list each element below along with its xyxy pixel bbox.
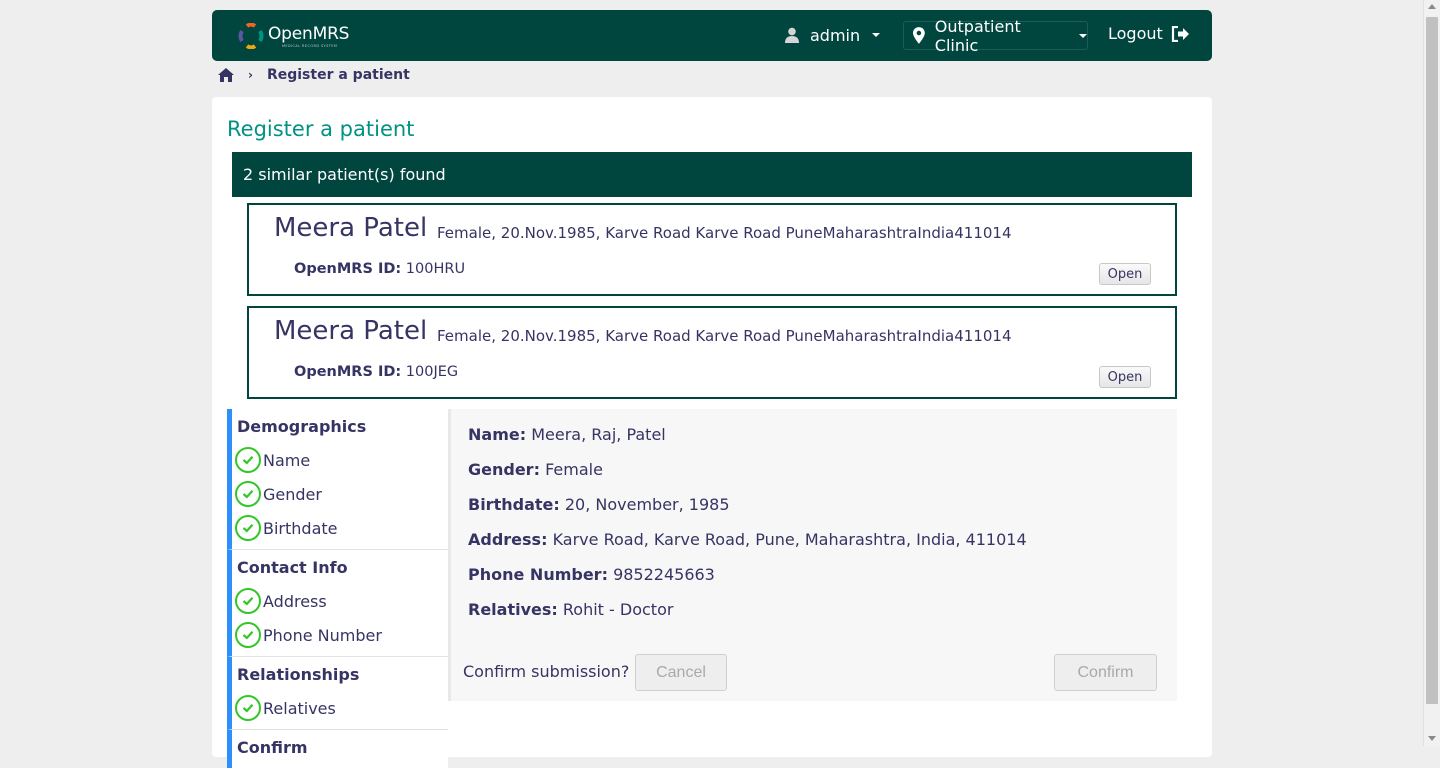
patient-id: OpenMRS ID: 100JEG [294,364,458,380]
field-value: Karve Road, Karve Road, Pune, Maharashtr… [552,530,1027,549]
chevron-right-icon: › [248,68,253,82]
nav-item-label: Gender [263,484,322,504]
nav-item-address[interactable]: Address [235,584,448,618]
confirmation-summary: Name: Meera, Raj, Patel Gender: Female B… [448,409,1177,701]
field-label: Address: [468,530,548,549]
logo-text: OpenMRS [268,24,350,44]
nav-section-contact-info: Contact Info Address Phone Number [227,550,448,657]
field-value: Meera, Raj, Patel [531,425,666,444]
registration-steps-nav: Demographics Name Gender Birthdate Conta… [227,409,448,768]
similar-patient-card: Meera Patel Female, 20.Nov.1985, Karve R… [247,306,1177,399]
scroll-down-arrow-icon[interactable] [1428,736,1436,741]
location-selector[interactable]: Outpatient Clinic [903,17,1088,55]
logout-link[interactable]: Logout [1108,24,1189,43]
nav-item-relatives[interactable]: Relatives [235,691,448,725]
chevron-down-icon [872,33,881,37]
user-name: admin [810,25,861,45]
check-circle-icon [235,515,261,541]
summary-birthdate: Birthdate: 20, November, 1985 [468,495,730,514]
field-value: Rohit - Doctor [562,600,674,619]
breadcrumb: › Register a patient [218,65,410,85]
summary-name: Name: Meera, Raj, Patel [468,425,666,444]
check-circle-icon [235,481,261,507]
chevron-down-icon [1079,33,1087,38]
field-label: Birthdate: [468,495,560,514]
main-panel: Register a patient 2 similar patient(s) … [212,97,1212,768]
patient-id: OpenMRS ID: 100HRU [294,261,465,277]
nav-section-title[interactable]: Confirm [237,736,448,760]
nav-section-title[interactable]: Demographics [237,415,448,439]
nav-item-birthdate[interactable]: Birthdate [235,511,448,545]
patient-id-label: OpenMRS ID: [294,364,402,380]
nav-item-label: Name [263,450,311,470]
sign-out-icon [1171,25,1189,42]
field-label: Phone Number: [468,565,608,584]
patient-info: Female, 20.Nov.1985, Karve Road Karve Ro… [437,327,1012,345]
check-circle-icon [235,447,261,473]
nav-section-relationships: Relationships Relatives [227,657,448,730]
summary-gender: Gender: Female [468,460,603,479]
logout-label: Logout [1108,24,1163,43]
openmrs-logo[interactable]: OpenMRS MEDICAL RECORD SYSTEM [238,22,350,50]
check-circle-icon [235,622,261,648]
page-scrollbar[interactable] [1423,0,1440,746]
check-circle-icon [235,588,261,614]
summary-relatives: Relatives: Rohit - Doctor [468,600,673,619]
patient-id-label: OpenMRS ID: [294,261,402,277]
scroll-up-arrow-icon[interactable] [1428,4,1436,9]
map-marker-icon [913,27,925,44]
nav-item-gender[interactable]: Gender [235,477,448,511]
nav-section-confirm: Confirm [227,730,448,768]
patient-name: Meera Patel [274,213,428,243]
field-value: 20, November, 1985 [564,495,730,514]
location-name: Outpatient Clinic [934,16,1021,55]
field-value: 9852245663 [613,565,715,584]
logo-subtext: MEDICAL RECORD SYSTEM [282,44,338,48]
nav-section-demographics: Demographics Name Gender Birthdate [227,409,448,550]
patient-id-value: 100JEG [405,364,459,380]
patient-id-value: 100HRU [405,261,466,277]
breadcrumb-current: Register a patient [266,67,410,83]
open-patient-button[interactable]: Open [1099,366,1151,388]
user-menu[interactable]: admin [784,24,881,46]
nav-item-label: Phone Number [263,625,382,645]
summary-address: Address: Karve Road, Karve Road, Pune, M… [468,530,1027,549]
nav-item-label: Birthdate [263,518,338,538]
scroll-thumb[interactable] [1426,17,1438,704]
nav-item-label: Relatives [263,698,336,718]
openmrs-logo-icon [238,23,264,49]
field-value: Female [545,460,603,479]
user-icon [785,27,799,43]
field-label: Gender: [468,460,540,479]
field-label: Name: [468,425,527,444]
similar-patients-banner: 2 similar patient(s) found [232,152,1192,197]
nav-item-phone-number[interactable]: Phone Number [235,618,448,652]
open-patient-button[interactable]: Open [1099,263,1151,285]
nav-item-label: Address [263,591,327,611]
field-label: Relatives: [468,600,558,619]
patient-name: Meera Patel [274,316,428,346]
nav-section-title[interactable]: Contact Info [237,556,448,580]
confirm-button[interactable]: Confirm [1054,654,1157,691]
confirm-question: Confirm submission? [463,662,630,681]
page-title: Register a patient [227,117,415,141]
check-circle-icon [235,695,261,721]
home-icon[interactable] [218,68,234,82]
patient-info: Female, 20.Nov.1985, Karve Road Karve Ro… [437,224,1012,242]
app-header: OpenMRS MEDICAL RECORD SYSTEM admin Outp… [212,10,1212,61]
cancel-button[interactable]: Cancel [635,654,727,691]
summary-phone-number: Phone Number: 9852245663 [468,565,715,584]
nav-section-title[interactable]: Relationships [237,663,448,687]
similar-patient-card: Meera Patel Female, 20.Nov.1985, Karve R… [247,203,1177,296]
nav-item-name[interactable]: Name [235,443,448,477]
